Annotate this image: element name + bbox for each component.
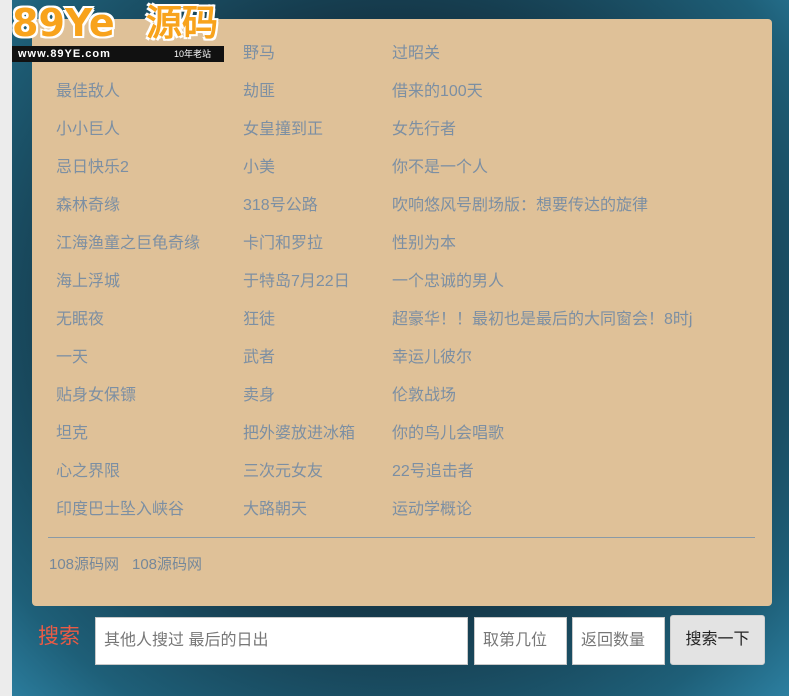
movie-link[interactable]: 无眠夜 <box>56 310 104 330</box>
movie-link[interactable]: 大路朝天 <box>243 500 307 520</box>
movie-link[interactable]: 伦敦战场 <box>392 386 456 406</box>
movie-link[interactable]: 卡门和罗拉 <box>243 234 323 254</box>
movie-link[interactable]: 森林奇缘 <box>56 196 120 216</box>
movie-link[interactable]: 一个忠诚的男人 <box>392 272 504 292</box>
movie-link[interactable]: 运动学概论 <box>392 500 472 520</box>
logo-url: www.89YE.com <box>18 48 111 60</box>
movie-link[interactable]: 野马 <box>243 44 275 64</box>
movie-link[interactable]: 你不是一个人 <box>392 158 488 178</box>
logo-text: 89Ye <box>12 1 115 45</box>
movie-link[interactable]: 印度巴士坠入峡谷 <box>56 500 184 520</box>
movie-link[interactable]: 318号公路 <box>243 196 318 216</box>
movie-link[interactable]: 狂徒 <box>243 310 275 330</box>
movie-link[interactable]: 卖身 <box>243 386 275 406</box>
search-button[interactable]: 搜索一下 <box>670 615 765 665</box>
movie-link[interactable]: 22号追击者 <box>392 462 474 482</box>
search-query-input[interactable] <box>95 617 468 665</box>
movie-link[interactable]: 贴身女保镖 <box>56 386 136 406</box>
site-logo[interactable]: 89Ye 源码 www.89YE.com 10年老站 <box>12 0 224 62</box>
footer-link-1[interactable]: 108源码网 <box>49 555 119 575</box>
movie-link[interactable]: 劫匪 <box>243 82 275 102</box>
movie-link[interactable]: 海上浮城 <box>56 272 120 292</box>
movie-link[interactable]: 小小巨人 <box>56 120 120 140</box>
movie-link[interactable]: 女皇撞到正 <box>243 120 323 140</box>
movie-link[interactable]: 超豪华！！最初也是最后的大同窗会！8时j <box>392 310 692 330</box>
movie-link[interactable]: 过昭关 <box>392 44 440 64</box>
movie-link[interactable]: 心之界限 <box>56 462 120 482</box>
movie-link[interactable]: 忌日快乐2 <box>56 158 129 178</box>
count-input[interactable] <box>572 617 665 665</box>
logo-cn-text: 源码 <box>146 2 219 43</box>
movie-link[interactable]: 你的鸟儿会唱歌 <box>392 424 504 444</box>
movie-link[interactable]: 江海渔童之巨龟奇缘 <box>56 234 200 254</box>
movie-link[interactable]: 一天 <box>56 348 88 368</box>
movie-link[interactable]: 吹响悠风号剧场版：想要传达的旋律 <box>392 196 648 216</box>
movie-link[interactable]: 借来的100天 <box>392 82 483 102</box>
page-edge <box>0 0 12 696</box>
footer-link-2[interactable]: 108源码网 <box>132 555 202 575</box>
movie-link[interactable]: 小美 <box>243 158 275 178</box>
movie-list-panel: 最佳敌人小小巨人忌日快乐2 森林奇缘江海渔童之巨龟奇缘 海上浮城无眠夜一天贴身女保镖… <box>32 19 772 606</box>
logo-tag: 10年老站 <box>174 49 212 59</box>
search-label: 搜索 <box>38 625 80 648</box>
movie-link[interactable]: 把外婆放进冰箱 <box>243 424 355 444</box>
movie-link[interactable]: 坦克 <box>56 424 88 444</box>
logo-graphic: 89Ye 源码 <box>12 0 224 46</box>
movie-link[interactable]: 幸运儿彼尔 <box>392 348 472 368</box>
movie-link[interactable]: 武者 <box>243 348 275 368</box>
movie-link[interactable]: 于特岛7月22日 <box>243 272 350 292</box>
movie-link[interactable]: 性别为本 <box>392 234 456 254</box>
movie-link[interactable]: 最佳敌人 <box>56 82 120 102</box>
divider <box>48 537 755 538</box>
movie-link[interactable]: 三次元女友 <box>243 462 323 482</box>
movie-link[interactable]: 女先行者 <box>392 120 456 140</box>
position-input[interactable] <box>474 617 567 665</box>
